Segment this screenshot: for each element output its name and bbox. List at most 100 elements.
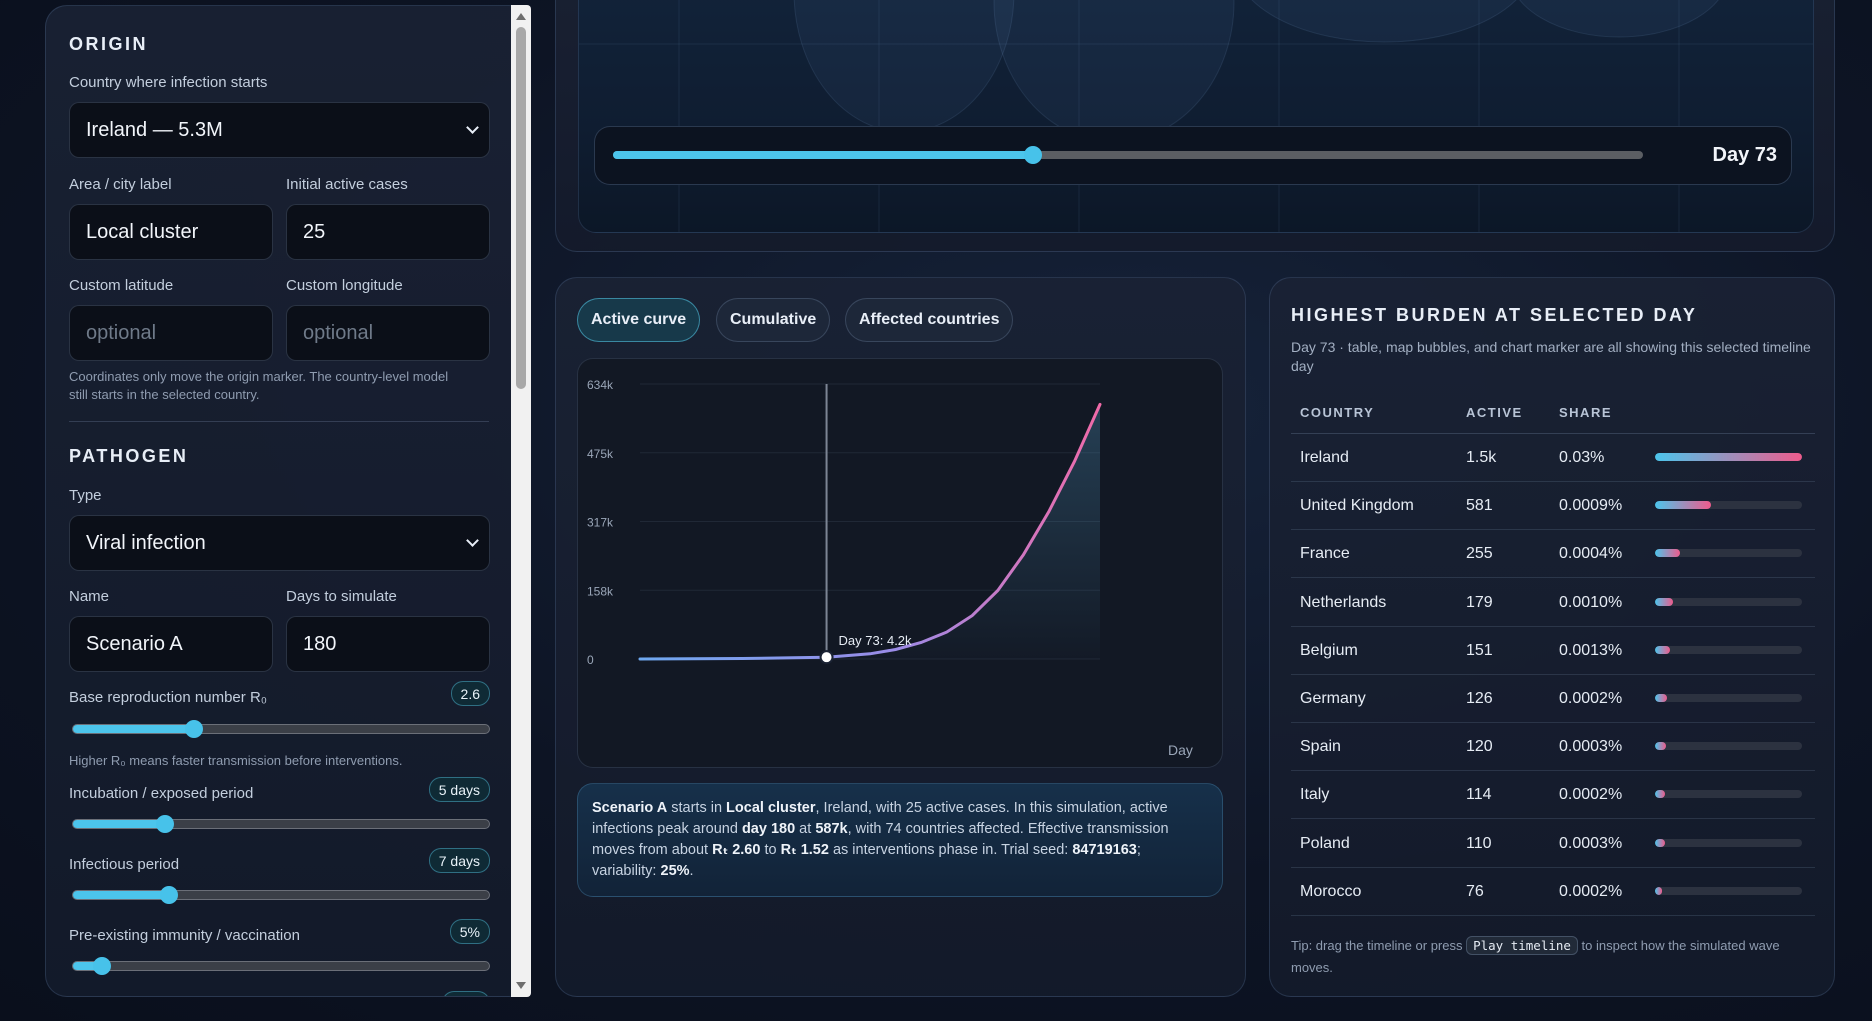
table-row[interactable]: Ireland 1.5k 0.03% (1291, 434, 1815, 482)
slider-fill (73, 725, 194, 733)
row-share: 0.0003% (1559, 834, 1623, 852)
table-row[interactable]: Morocco 76 0.0002% (1291, 868, 1815, 916)
map-graticule (579, 0, 1813, 232)
next-value-badge (442, 991, 490, 996)
slider-knob[interactable] (93, 957, 112, 975)
slider-fill (73, 820, 165, 828)
table-row[interactable]: France 255 0.0004% (1291, 530, 1815, 579)
row-share-bar (1655, 694, 1802, 702)
row-share-bar (1655, 838, 1802, 847)
row-share: 0.0013% (1559, 641, 1623, 659)
play-timeline-code: Play timeline (1466, 936, 1578, 955)
latitude-label: Custom latitude (69, 277, 174, 294)
tab-affected-countries[interactable]: Affected countries (845, 298, 1014, 342)
slider-fill (73, 891, 169, 899)
infectious-slider[interactable] (72, 886, 490, 904)
row-active: 120 (1466, 738, 1493, 756)
pathogen-type-select[interactable]: Viral infection (69, 515, 490, 571)
chevron-down-icon (466, 121, 479, 134)
settings-scrollbar[interactable] (511, 5, 531, 997)
r0-slider[interactable] (72, 720, 490, 738)
row-country: Italy (1300, 786, 1330, 804)
row-active: 76 (1466, 882, 1484, 900)
row-active: 114 (1466, 786, 1492, 804)
infectious-label: Infectious period (69, 856, 180, 873)
table-row[interactable]: Italy 114 0.0002% (1291, 771, 1815, 820)
table-row[interactable]: Belgium 151 0.0013% (1291, 627, 1815, 675)
row-share: 0.0004% (1559, 545, 1623, 563)
initial-cases-input[interactable]: 25 (286, 204, 490, 260)
country-select[interactable]: Ireland — 5.3M (69, 102, 490, 158)
timeline-knob[interactable] (1024, 146, 1043, 164)
row-share-bar (1655, 597, 1802, 606)
row-country: Poland (1300, 834, 1350, 852)
infectious-value-badge: 7 days (428, 848, 490, 873)
area-input[interactable]: Local cluster (69, 204, 273, 260)
row-active: 1.5k (1466, 449, 1497, 466)
pathogen-title: PATHOGEN (69, 446, 189, 466)
active-curve-chart[interactable]: 634k 475k 317k 158k 0 Day Day 73: 4.2k (578, 359, 1224, 769)
incubation-value-badge: 5 days (428, 777, 490, 802)
timeline-tip: Tip: drag the timeline or press Play tim… (1291, 936, 1780, 975)
scroll-down-icon[interactable] (516, 982, 526, 989)
slider-knob[interactable] (155, 815, 174, 833)
row-share-bar-fill (1655, 645, 1670, 654)
incubation-slider[interactable] (72, 815, 490, 833)
row-share-bar (1655, 886, 1802, 895)
scenario-name-input[interactable]: Scenario A (69, 616, 273, 672)
row-share: 0.0002% (1559, 690, 1623, 707)
section-divider (69, 421, 489, 422)
row-country: Netherlands (1300, 593, 1387, 611)
row-share-bar-fill (1655, 790, 1666, 799)
immunity-value-badge: 5% (449, 919, 490, 944)
days-label: Days to simulate (286, 588, 397, 605)
cases-label: Initial active cases (286, 176, 408, 193)
days-to-simulate-input[interactable]: 180 (286, 616, 490, 672)
tab-active-curve[interactable]: Active curve (577, 298, 701, 342)
row-share-bar (1655, 742, 1802, 751)
immunity-slider[interactable] (72, 957, 490, 975)
latitude-input[interactable]: optional (69, 305, 273, 361)
table-row[interactable]: Poland 110 0.0003% (1291, 820, 1815, 868)
scrollbar-thumb[interactable] (516, 27, 526, 389)
incubation-label: Incubation / exposed period (69, 785, 254, 802)
world-map[interactable] (578, 0, 1814, 233)
country-select-value: Ireland — 5.3M (86, 118, 223, 141)
row-share-bar-fill (1655, 597, 1673, 606)
timeline-fill (613, 151, 1034, 159)
day-marker-point (819, 650, 834, 665)
table-row[interactable]: Netherlands 179 0.0010% (1291, 579, 1815, 627)
row-share: 0.0002% (1559, 882, 1623, 900)
table-row[interactable]: Germany 126 0.0002% (1291, 675, 1815, 723)
slider-knob[interactable] (159, 886, 178, 904)
timeline-slider[interactable] (613, 146, 1643, 164)
row-active: 126 (1466, 690, 1493, 707)
scroll-up-icon[interactable] (516, 13, 526, 20)
row-share-bar (1655, 501, 1802, 510)
row-share-bar-fill (1655, 838, 1665, 847)
row-country: Morocco (1300, 882, 1362, 900)
row-share: 0.0010% (1559, 593, 1623, 611)
row-share: 0.03% (1559, 449, 1605, 466)
longitude-label: Custom longitude (286, 277, 403, 294)
timeline-bar: Day 73 (594, 126, 1792, 185)
coordinates-hint: Coordinates only move the origin marker.… (69, 369, 449, 402)
longitude-input[interactable]: optional (286, 305, 490, 361)
burden-panel: HIGHEST BURDEN AT SELECTED DAY Day 73 · … (1269, 277, 1835, 997)
col-active: ACTIVE (1466, 405, 1523, 420)
table-row[interactable]: Spain 120 0.0003% (1291, 723, 1815, 772)
pathogen-type-value: Viral infection (86, 531, 206, 554)
chart-panel: Active curve Cumulative Affected countri… (555, 277, 1246, 997)
burden-title: HIGHEST BURDEN AT SELECTED DAY (1291, 305, 1698, 325)
table-row[interactable]: United Kingdom 581 0.0009% (1291, 482, 1815, 531)
area-label: Area / city label (69, 176, 172, 193)
timeline-day-label: Day 73 (1712, 144, 1778, 166)
tab-cumulative[interactable]: Cumulative (716, 298, 831, 342)
country-label: Country where infection starts (69, 74, 268, 91)
slider-knob[interactable] (184, 720, 203, 738)
y-tick-label: 634k (587, 378, 614, 392)
map-panel: Day 73 (555, 0, 1835, 252)
row-share-bar (1655, 790, 1802, 799)
row-share-bar-fill (1655, 453, 1802, 461)
type-label: Type (69, 487, 102, 504)
